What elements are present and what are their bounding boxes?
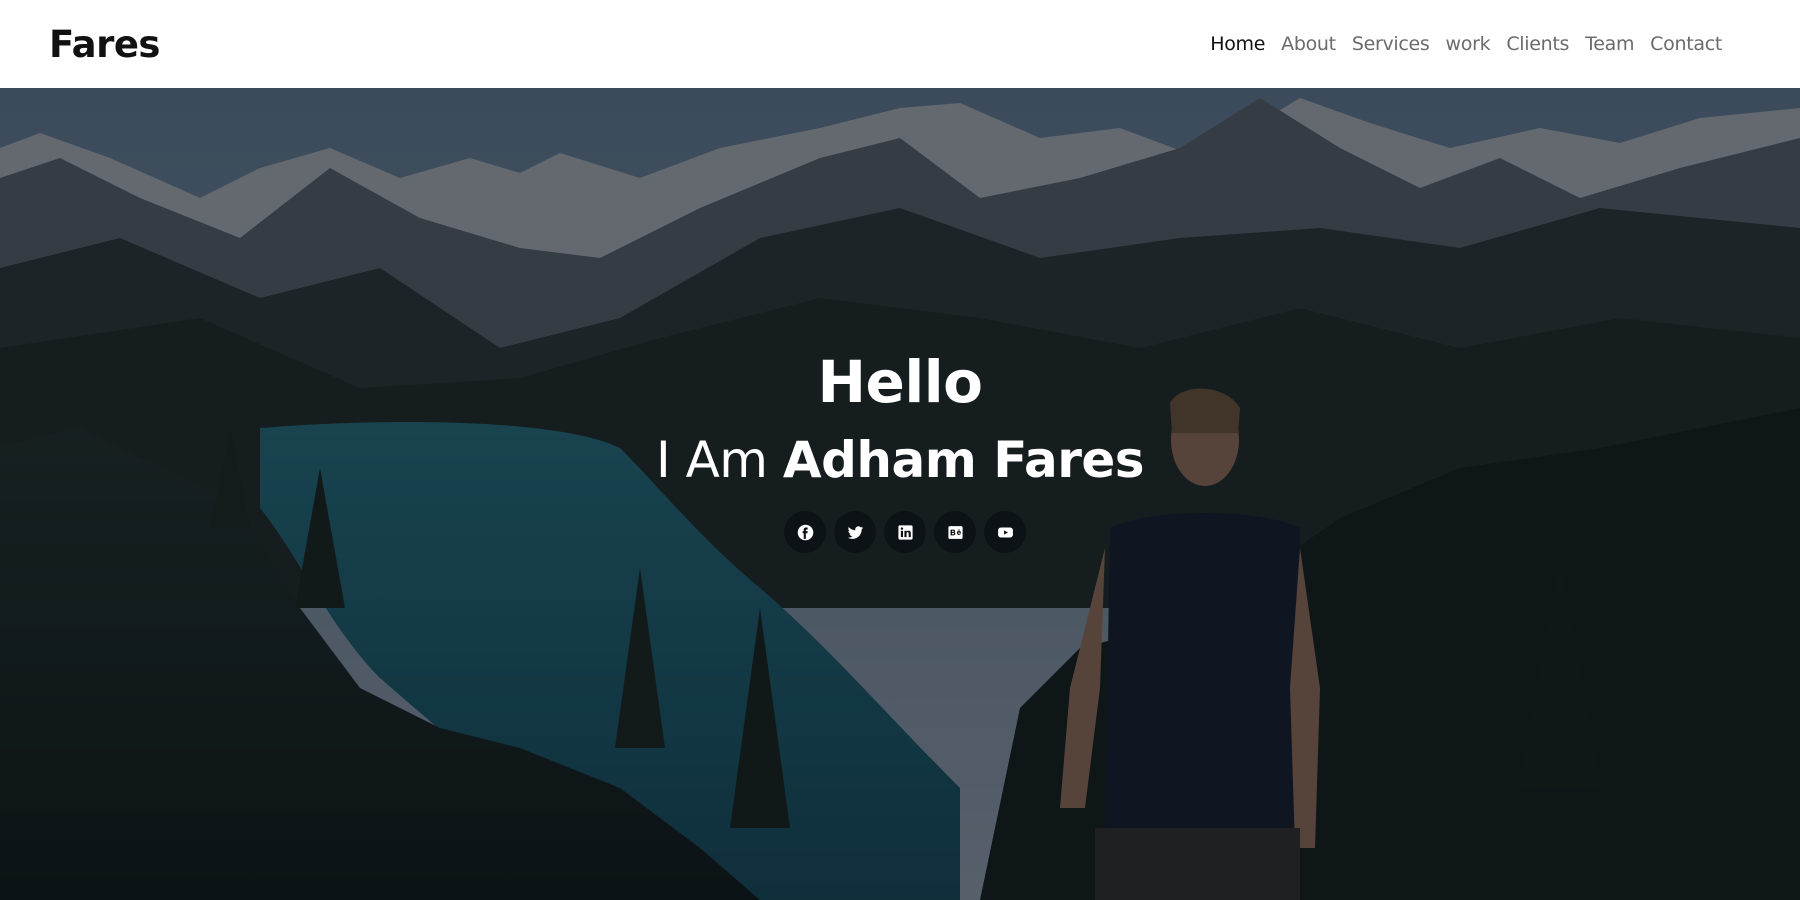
linkedin-link[interactable] <box>884 511 926 553</box>
behance-icon <box>947 525 963 539</box>
nav-link-contact[interactable]: Contact <box>1650 33 1722 55</box>
twitter-link[interactable] <box>834 511 876 553</box>
linkedin-icon <box>897 524 913 540</box>
twitter-icon <box>847 525 863 539</box>
hero-subtitle-prefix: I Am <box>655 431 768 489</box>
nav-item-work: work <box>1446 33 1491 55</box>
hero-content: Hello I Am Adham Fares <box>0 353 1800 553</box>
navbar: Fares Home About Services work Clients T… <box>0 0 1800 88</box>
nav-link-work[interactable]: work <box>1446 33 1491 55</box>
hero-title: Hello <box>817 348 984 416</box>
nav-link-team[interactable]: Team <box>1585 33 1634 55</box>
brand-logo[interactable]: Fares <box>49 23 160 66</box>
hero-section: Hello I Am Adham Fares <box>0 88 1800 900</box>
hero-subtitle: I Am Adham Fares <box>0 431 1800 489</box>
nav-item-clients: Clients <box>1506 33 1569 55</box>
nav-item-home: Home <box>1210 33 1265 55</box>
nav-link-services[interactable]: Services <box>1352 33 1430 55</box>
nav-link-about[interactable]: About <box>1281 33 1336 55</box>
facebook-icon <box>797 524 813 540</box>
nav-item-contact: Contact <box>1650 33 1722 55</box>
nav-item-about: About <box>1281 33 1336 55</box>
youtube-icon <box>997 527 1013 537</box>
social-links <box>10 511 1800 553</box>
nav-item-services: Services <box>1352 33 1430 55</box>
nav-link-home[interactable]: Home <box>1210 33 1265 55</box>
facebook-link[interactable] <box>784 511 826 553</box>
nav-menu: Home About Services work Clients Team Co… <box>1210 33 1722 55</box>
hero-subtitle-name: Adham Fares <box>782 431 1145 489</box>
nav-link-clients[interactable]: Clients <box>1506 33 1569 55</box>
youtube-link[interactable] <box>984 511 1026 553</box>
behance-link[interactable] <box>934 511 976 553</box>
nav-item-team: Team <box>1585 33 1634 55</box>
